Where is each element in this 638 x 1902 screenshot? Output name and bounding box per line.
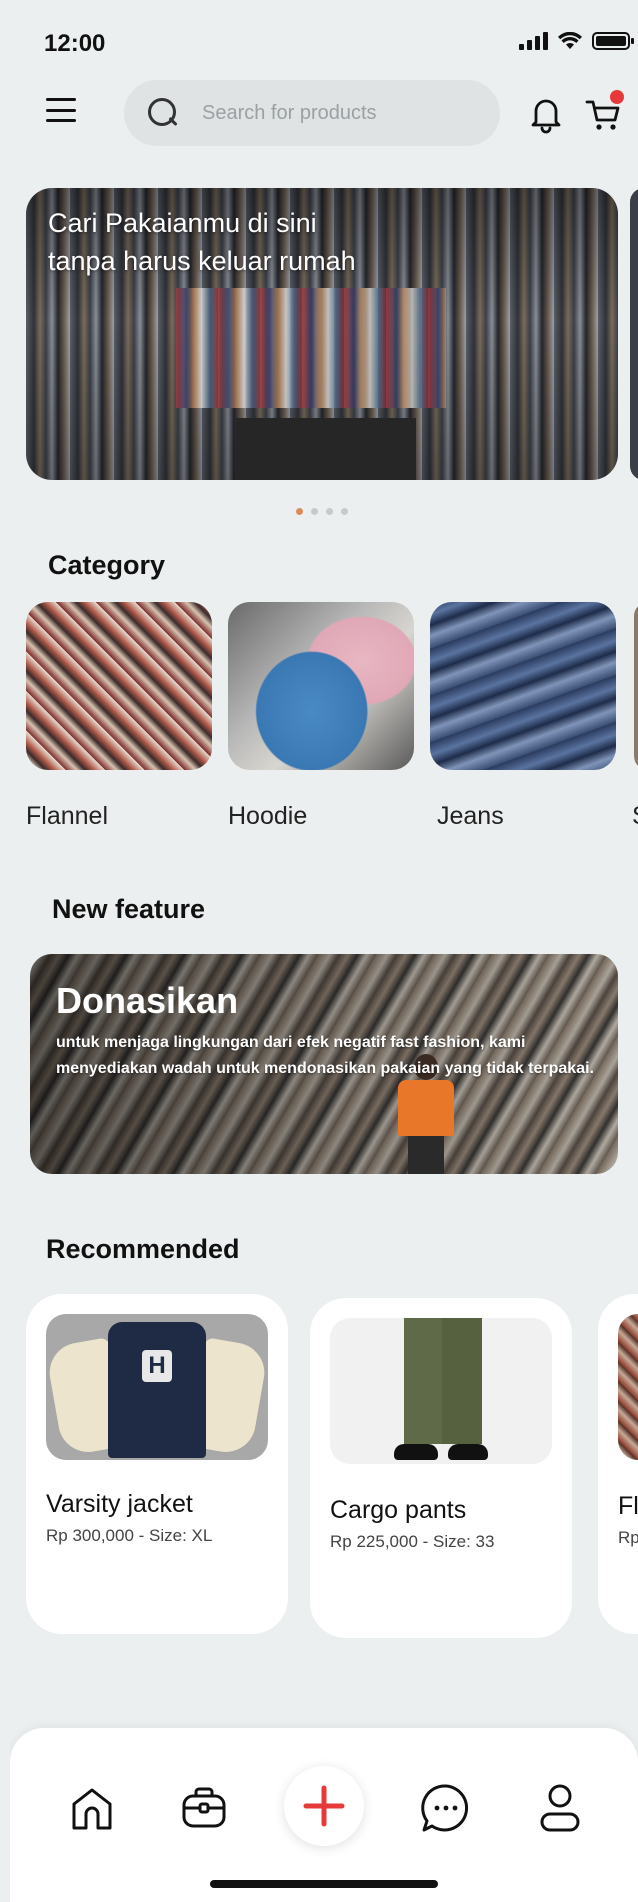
- nav-orders-button[interactable]: [174, 1778, 234, 1838]
- bottom-navigation: [10, 1728, 638, 1902]
- category-card-flannel[interactable]: [26, 602, 212, 770]
- product-card-varsity-jacket[interactable]: H Varsity jacket Rp 300,000 - Size: XL: [26, 1294, 288, 1634]
- product-image: H: [46, 1314, 268, 1460]
- category-label-flannel[interactable]: Flannel: [26, 802, 108, 831]
- battery-icon: [592, 32, 634, 50]
- product-price-size: Rp: [618, 1528, 638, 1547]
- next-banner-peek[interactable]: [630, 188, 638, 480]
- banner-pagination: [296, 508, 348, 515]
- recommended-title: Recommended: [46, 1234, 240, 1264]
- app-screen: 12:00 Search for products Cari Pakaianmu…: [10, 0, 638, 1902]
- nav-home-button[interactable]: [62, 1778, 122, 1838]
- chat-icon: [421, 1784, 469, 1832]
- product-image: [330, 1318, 552, 1464]
- category-label-next[interactable]: S: [632, 802, 638, 831]
- pagination-dot[interactable]: [311, 508, 318, 515]
- pagination-dot[interactable]: [296, 508, 303, 515]
- signal-icon: [519, 32, 548, 50]
- product-image: [618, 1314, 638, 1460]
- home-indicator: [210, 1880, 438, 1888]
- menu-icon[interactable]: [46, 98, 76, 122]
- category-card-next[interactable]: [634, 602, 638, 770]
- promo-banner[interactable]: Cari Pakaianmu di sini tanpa harus kelua…: [26, 188, 618, 480]
- search-input[interactable]: [202, 101, 482, 125]
- category-card-hoodie[interactable]: [228, 602, 414, 770]
- wifi-icon: [558, 32, 582, 49]
- status-bar: 12:00: [10, 0, 638, 80]
- search-icon: [146, 96, 180, 130]
- top-header: [10, 80, 638, 150]
- home-icon: [72, 1788, 112, 1830]
- status-time: 12:00: [44, 30, 106, 57]
- search-bar[interactable]: [124, 80, 500, 146]
- cart-badge: [610, 90, 624, 104]
- profile-icon: [540, 1784, 580, 1832]
- product-name: Varsity jacket: [46, 1490, 193, 1518]
- bell-icon[interactable]: [528, 94, 564, 134]
- banner-text: Cari Pakaianmu di sini tanpa harus kelua…: [48, 208, 356, 276]
- pagination-dot[interactable]: [326, 508, 333, 515]
- product-card-cargo-pants[interactable]: Cargo pants Rp 225,000 - Size: 33: [310, 1298, 572, 1638]
- new-feature-title: New feature: [52, 894, 206, 924]
- nav-chat-button[interactable]: [416, 1778, 476, 1838]
- nav-profile-button[interactable]: [530, 1778, 590, 1838]
- donation-title: Donasikan: [56, 980, 239, 1021]
- product-name: Fla: [618, 1492, 638, 1520]
- plus-icon: [303, 1785, 345, 1827]
- pagination-dot[interactable]: [341, 508, 348, 515]
- donation-description: untuk menjaga lingkungan dari efek negat…: [56, 1034, 594, 1077]
- category-label-jeans[interactable]: Jeans: [437, 802, 504, 831]
- donation-card[interactable]: Donasikan untuk menjaga lingkungan dari …: [30, 954, 618, 1174]
- status-icons: [519, 32, 634, 50]
- category-card-jeans[interactable]: [430, 602, 616, 770]
- product-card-next[interactable]: Fla Rp: [598, 1294, 638, 1634]
- nav-add-button[interactable]: [284, 1766, 364, 1846]
- cart-button[interactable]: [584, 90, 624, 134]
- product-price-size: Rp 225,000 - Size: 33: [330, 1532, 495, 1551]
- product-name: Cargo pants: [330, 1496, 467, 1524]
- category-label-hoodie[interactable]: Hoodie: [228, 802, 307, 831]
- product-price-size: Rp 300,000 - Size: XL: [46, 1526, 213, 1545]
- category-title: Category: [48, 550, 166, 580]
- briefcase-icon: [182, 1787, 226, 1828]
